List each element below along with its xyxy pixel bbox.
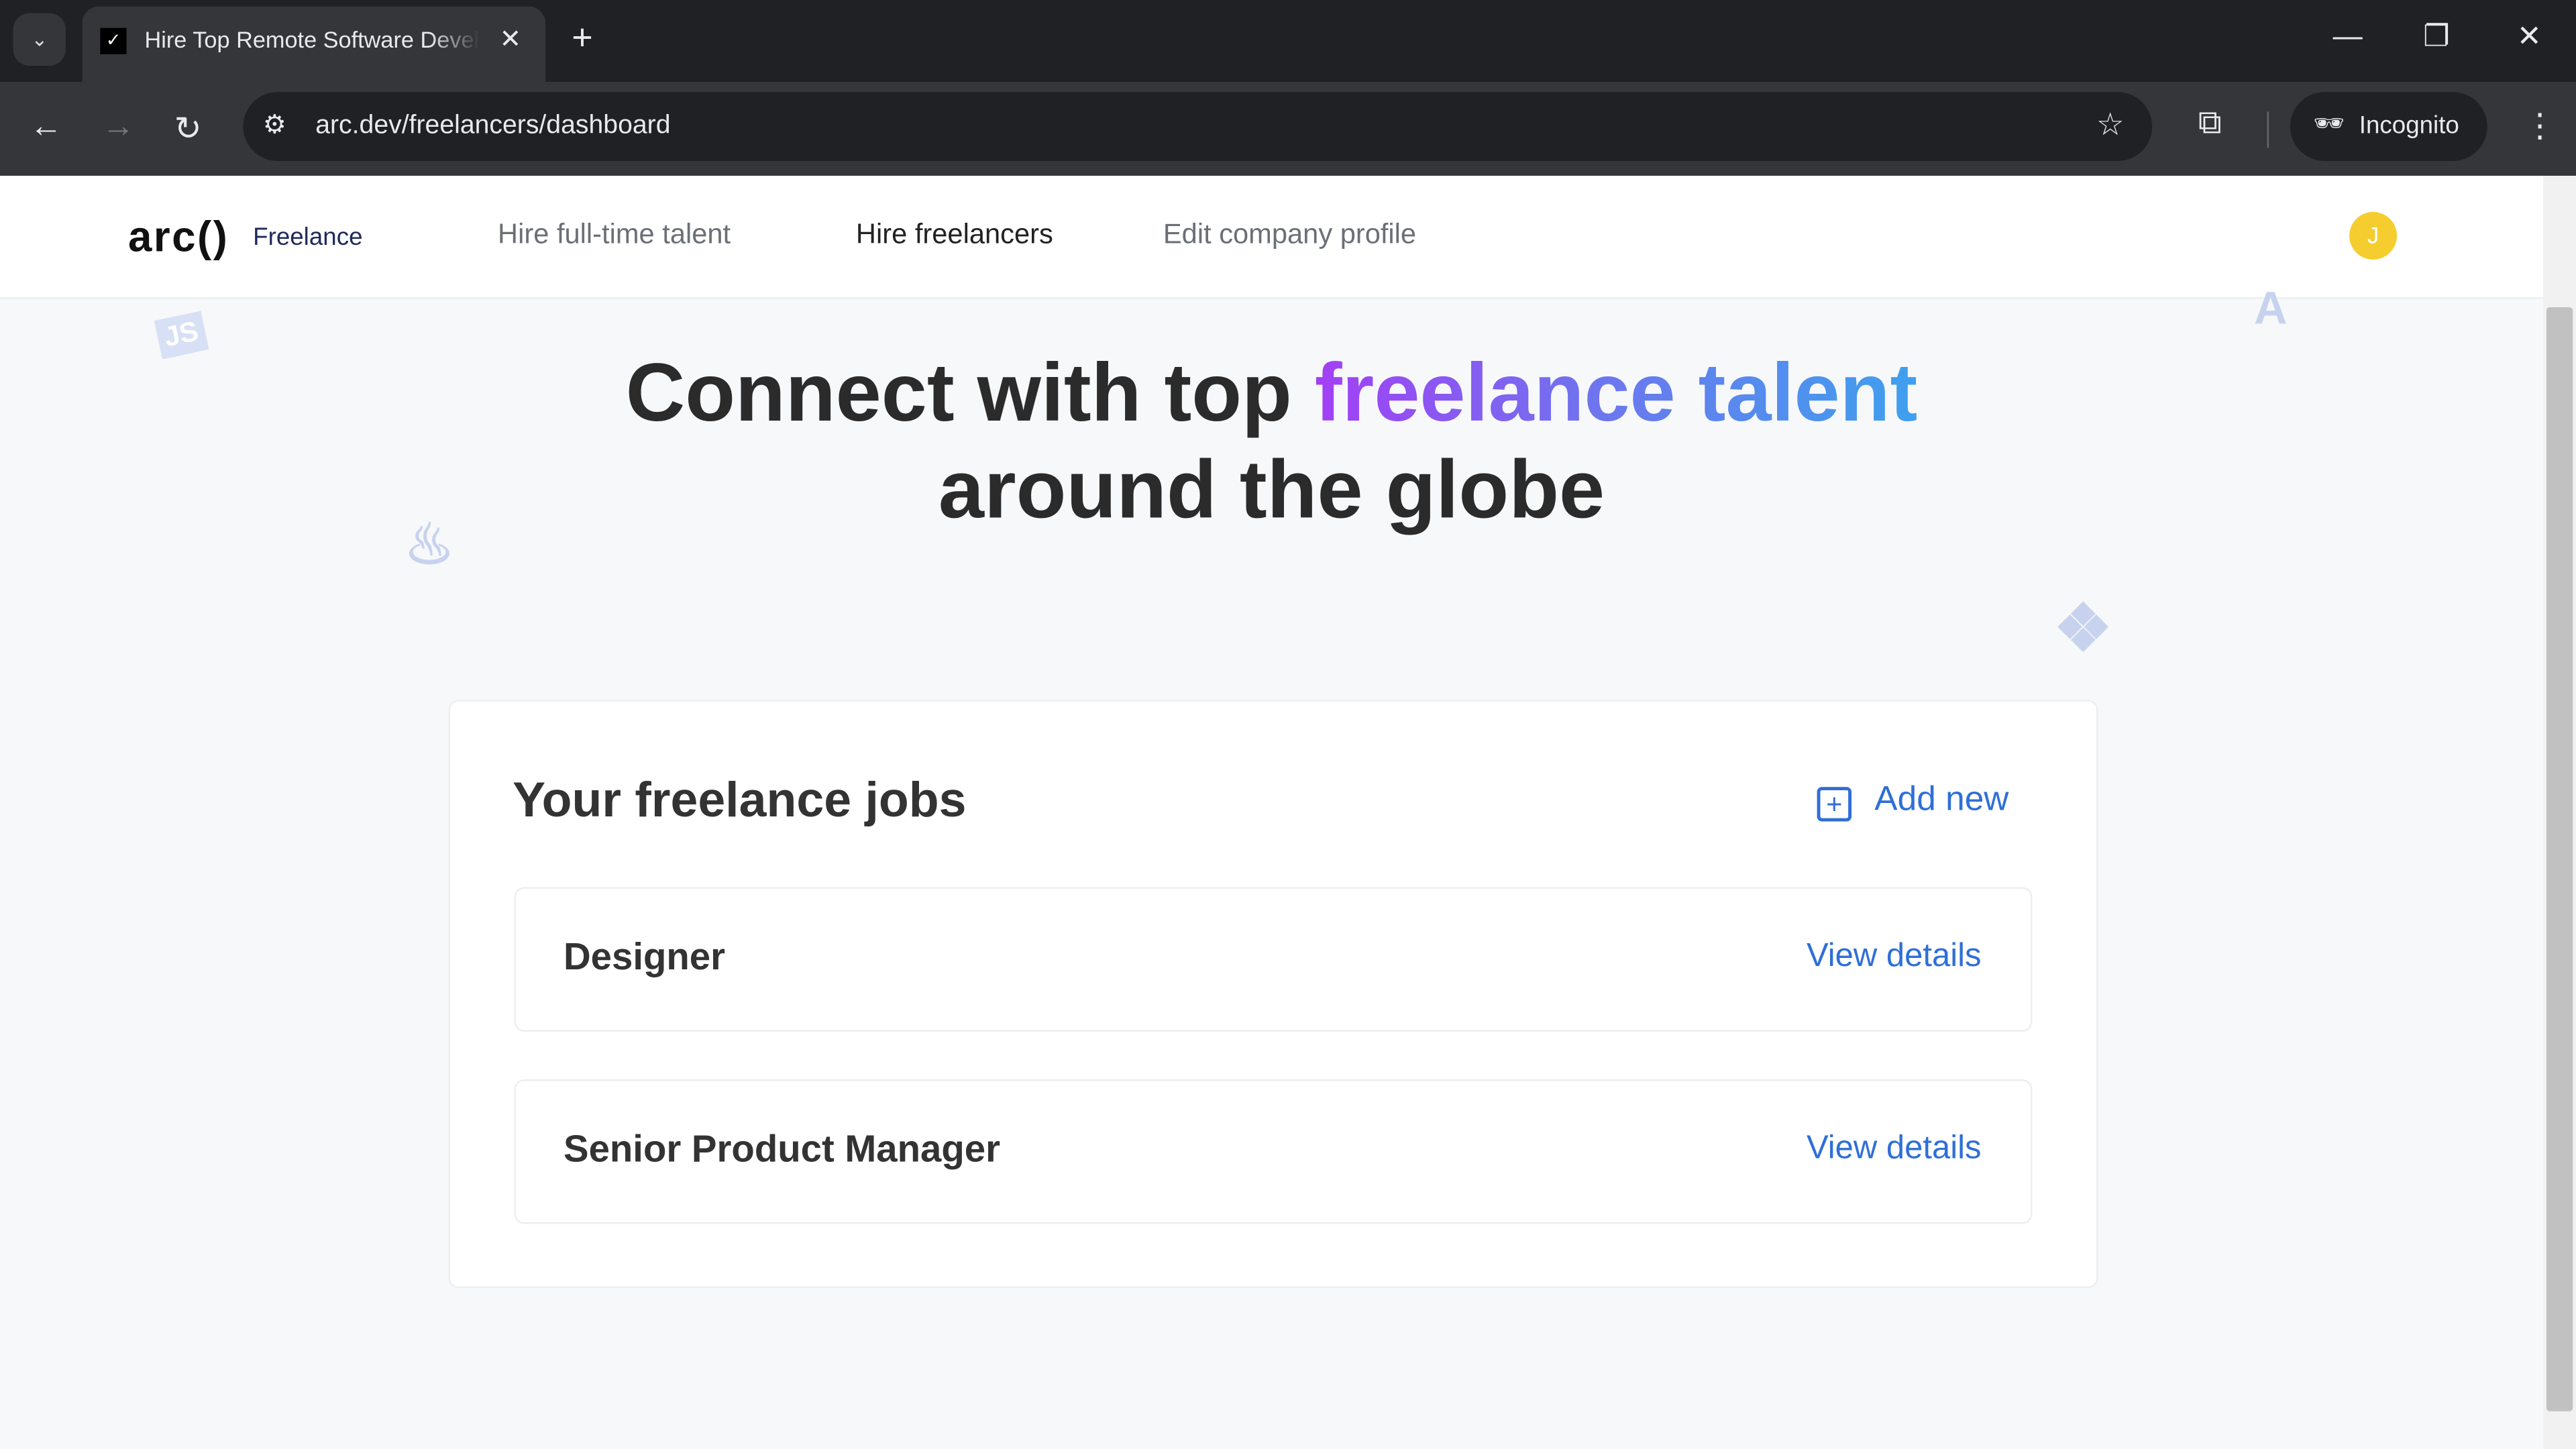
job-name: Senior Product Manager	[564, 1127, 1001, 1170]
incognito-badge[interactable]: 🕶 Incognito	[2290, 92, 2487, 162]
job-row: Senior Product Manager View details	[514, 1079, 2033, 1224]
tab-title: Hire Top Remote Software Developers	[144, 26, 480, 53]
incognito-label: Incognito	[2359, 111, 2459, 140]
site-header: arc() Freelance Hire full-time talent Hi…	[0, 176, 2544, 299]
job-row: Designer View details	[514, 887, 2033, 1032]
nav-edit-company-profile[interactable]: Edit company profile	[1163, 219, 1416, 252]
favicon-icon: ✓	[100, 28, 127, 54]
close-window-icon[interactable]: ✕	[2517, 19, 2542, 54]
address-bar[interactable]: ⚙ arc.dev/freelancers/dashboard ☆	[243, 92, 2153, 162]
url-text[interactable]: arc.dev/freelancers/dashboard	[315, 112, 670, 142]
extensions-icon[interactable]: ⧉	[2198, 105, 2222, 143]
divider	[2267, 111, 2269, 148]
back-icon[interactable]: ←	[30, 109, 62, 146]
close-tab-icon[interactable]: ✕	[499, 23, 521, 56]
python-decor-icon: ❖	[2053, 593, 2113, 665]
view-details-link[interactable]: View details	[1807, 938, 1981, 975]
nav-hire-freelancers[interactable]: Hire freelancers	[856, 219, 1053, 252]
incognito-icon: 🕶	[2313, 110, 2345, 138]
scrollbar-thumb[interactable]	[2546, 307, 2573, 1411]
freelance-jobs-card: Your freelance jobs + Add new Designer Vi…	[448, 700, 2098, 1289]
reload-icon[interactable]: ↻	[174, 109, 202, 150]
forward-icon[interactable]: →	[102, 109, 135, 146]
add-new-label: Add new	[1874, 780, 2009, 818]
nav-hire-full-time[interactable]: Hire full-time talent	[498, 219, 731, 252]
job-name: Designer	[564, 934, 726, 978]
plus-icon: +	[1817, 787, 1852, 822]
view-details-link[interactable]: View details	[1807, 1130, 1981, 1168]
site-settings-icon[interactable]: ⚙	[263, 109, 286, 142]
browser-toolbar: ← → ↻ ⚙ arc.dev/freelancers/dashboard ☆ …	[0, 82, 2576, 176]
tab-search-button[interactable]: ⌄	[13, 13, 66, 66]
restore-icon[interactable]: ❐	[2423, 19, 2450, 54]
hero-heading: Connect with top freelance talent around…	[0, 345, 2543, 539]
avatar[interactable]: J	[2349, 211, 2398, 260]
add-new-button[interactable]: + Add new	[1817, 780, 2009, 822]
hero-line1: Connect with top	[625, 346, 1315, 439]
bookmark-star-icon[interactable]: ☆	[2096, 107, 2125, 144]
arc-logo[interactable]: arc()	[128, 212, 229, 263]
menu-icon[interactable]: ⋮	[2524, 105, 2557, 146]
angular-decor-icon: A	[2254, 282, 2288, 334]
hero-highlight: freelance talent	[1314, 346, 1918, 439]
logo-subtitle: Freelance	[253, 223, 363, 252]
browser-tab[interactable]: ✓ Hire Top Remote Software Developers ✕	[82, 6, 546, 83]
new-tab-button[interactable]: +	[572, 16, 592, 59]
jobs-title: Your freelance jobs	[513, 773, 967, 828]
tab-strip: ⌄ ✓ Hire Top Remote Software Developers …	[0, 0, 2576, 83]
minimize-icon[interactable]: —	[2333, 19, 2363, 54]
hero-line2: around the globe	[938, 443, 1605, 536]
